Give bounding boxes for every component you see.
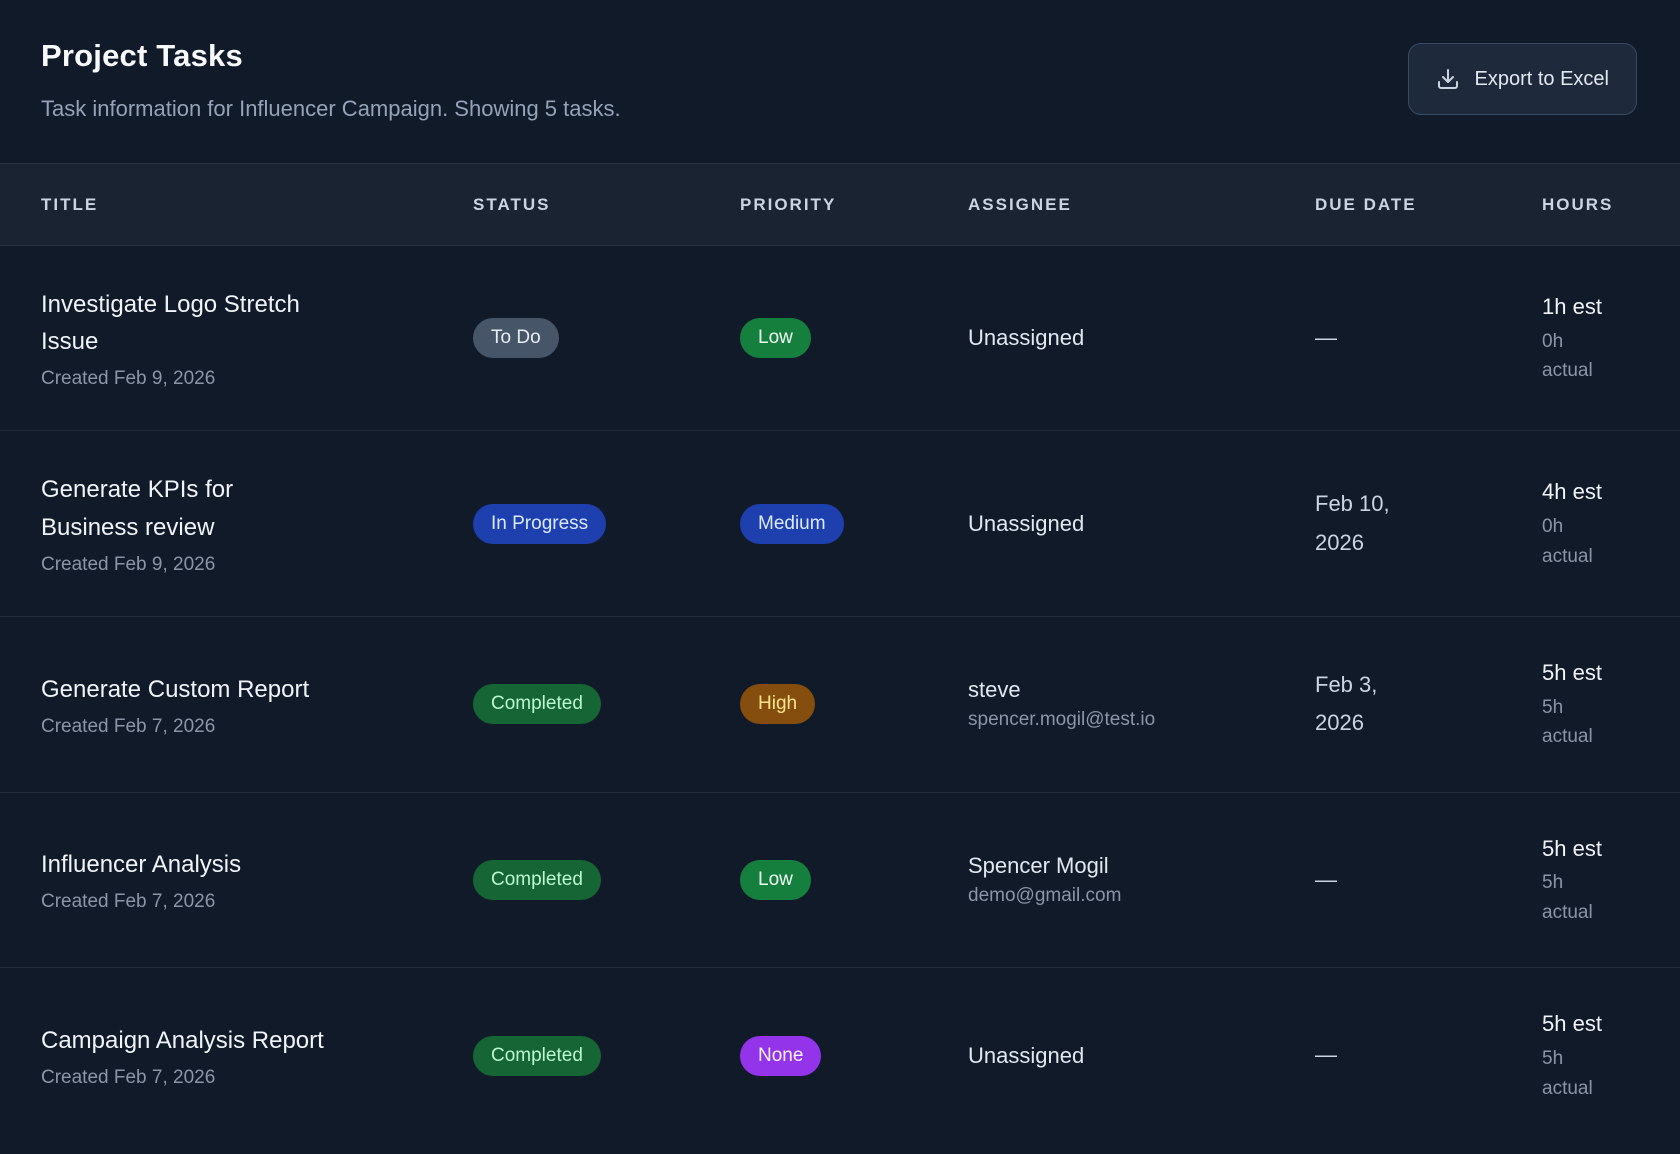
status-cell: Completed	[473, 1036, 740, 1076]
page-header: Project Tasks Task information for Influ…	[0, 0, 1680, 163]
assignee-cell: steve spencer.mogil@test.io	[968, 677, 1315, 731]
assignee-cell: Unassigned	[968, 325, 1315, 351]
hours-actual: 0h actual	[1542, 327, 1614, 386]
export-to-excel-button[interactable]: Export to Excel	[1408, 43, 1637, 115]
task-title-cell: Investigate Logo Stretch Issue Created F…	[0, 286, 473, 390]
task-table-body: Investigate Logo Stretch Issue Created F…	[0, 246, 1680, 1143]
export-button-label: Export to Excel	[1474, 68, 1609, 91]
hours-estimated: 5h est	[1542, 833, 1680, 865]
hours-cell: 5h est 5h actual	[1542, 833, 1680, 928]
table-header-row: TITLE STATUS PRIORITY ASSIGNEE DUE DATE …	[0, 163, 1680, 246]
task-created-date: Created Feb 7, 2026	[41, 1067, 473, 1089]
table-row: Generate KPIs for Business review Create…	[0, 431, 1680, 616]
hours-actual: 5h actual	[1542, 868, 1614, 927]
column-header-due-date: DUE DATE	[1315, 195, 1542, 215]
hours-estimated: 5h est	[1542, 1008, 1680, 1040]
due-date: —	[1315, 861, 1430, 900]
priority-badge: Medium	[740, 504, 844, 544]
table-row: Investigate Logo Stretch Issue Created F…	[0, 246, 1680, 431]
status-badge: Completed	[473, 860, 601, 900]
task-created-date: Created Feb 7, 2026	[41, 891, 473, 913]
column-header-hours: HOURS	[1542, 195, 1680, 215]
assignee-name: Unassigned	[968, 1043, 1315, 1069]
assignee-cell: Spencer Mogil demo@gmail.com	[968, 853, 1315, 907]
assignee-name: Spencer Mogil	[968, 853, 1315, 879]
hours-estimated: 1h est	[1542, 291, 1680, 323]
task-title: Generate KPIs for Business review	[41, 471, 326, 545]
status-badge: In Progress	[473, 504, 606, 544]
due-date: —	[1315, 1036, 1430, 1075]
priority-cell: High	[740, 684, 968, 724]
status-cell: In Progress	[473, 504, 740, 544]
priority-cell: Medium	[740, 504, 968, 544]
hours-actual: 5h actual	[1542, 693, 1614, 752]
column-header-priority: PRIORITY	[740, 195, 968, 215]
hours-estimated: 4h est	[1542, 476, 1680, 508]
priority-badge: None	[740, 1036, 821, 1076]
task-title-cell: Influencer Analysis Created Feb 7, 2026	[0, 846, 473, 913]
task-title: Investigate Logo Stretch Issue	[41, 286, 326, 360]
page-subtitle: Task information for Influencer Campaign…	[41, 96, 1637, 122]
column-header-assignee: ASSIGNEE	[968, 195, 1315, 215]
priority-badge: Low	[740, 860, 811, 900]
assignee-name: Unassigned	[968, 325, 1315, 351]
hours-estimated: 5h est	[1542, 657, 1680, 689]
task-title: Influencer Analysis	[41, 846, 326, 883]
task-title-cell: Generate KPIs for Business review Create…	[0, 471, 473, 575]
column-header-title: TITLE	[0, 195, 473, 215]
due-date: —	[1315, 319, 1430, 358]
hours-cell: 5h est 5h actual	[1542, 657, 1680, 752]
priority-badge: Low	[740, 318, 811, 358]
priority-cell: Low	[740, 860, 968, 900]
hours-cell: 4h est 0h actual	[1542, 476, 1680, 571]
priority-cell: None	[740, 1036, 968, 1076]
task-title: Generate Custom Report	[41, 671, 326, 708]
task-title-cell: Campaign Analysis Report Created Feb 7, …	[0, 1022, 473, 1089]
download-icon	[1436, 67, 1460, 91]
table-row: Campaign Analysis Report Created Feb 7, …	[0, 968, 1680, 1143]
table-row: Generate Custom Report Created Feb 7, 20…	[0, 617, 1680, 793]
hours-cell: 1h est 0h actual	[1542, 291, 1680, 386]
column-header-status: STATUS	[473, 195, 740, 215]
hours-actual: 5h actual	[1542, 1044, 1614, 1103]
task-created-date: Created Feb 7, 2026	[41, 716, 473, 738]
status-cell: Completed	[473, 860, 740, 900]
status-badge: Completed	[473, 1036, 601, 1076]
hours-cell: 5h est 5h actual	[1542, 1008, 1680, 1103]
status-cell: To Do	[473, 318, 740, 358]
status-badge: Completed	[473, 684, 601, 724]
assignee-email: spencer.mogil@test.io	[968, 709, 1315, 731]
task-title: Campaign Analysis Report	[41, 1022, 326, 1059]
task-created-date: Created Feb 9, 2026	[41, 554, 473, 576]
assignee-cell: Unassigned	[968, 511, 1315, 537]
task-created-date: Created Feb 9, 2026	[41, 368, 473, 390]
priority-cell: Low	[740, 318, 968, 358]
table-row: Influencer Analysis Created Feb 7, 2026 …	[0, 793, 1680, 969]
hours-actual: 0h actual	[1542, 512, 1614, 571]
priority-badge: High	[740, 684, 815, 724]
assignee-email: demo@gmail.com	[968, 885, 1315, 907]
assignee-cell: Unassigned	[968, 1043, 1315, 1069]
page-title: Project Tasks	[41, 38, 1637, 74]
assignee-name: Unassigned	[968, 511, 1315, 537]
assignee-name: steve	[968, 677, 1315, 703]
due-date: Feb 3, 2026	[1315, 666, 1430, 743]
status-cell: Completed	[473, 684, 740, 724]
status-badge: To Do	[473, 318, 559, 358]
task-title-cell: Generate Custom Report Created Feb 7, 20…	[0, 671, 473, 738]
due-date: Feb 10, 2026	[1315, 485, 1430, 562]
